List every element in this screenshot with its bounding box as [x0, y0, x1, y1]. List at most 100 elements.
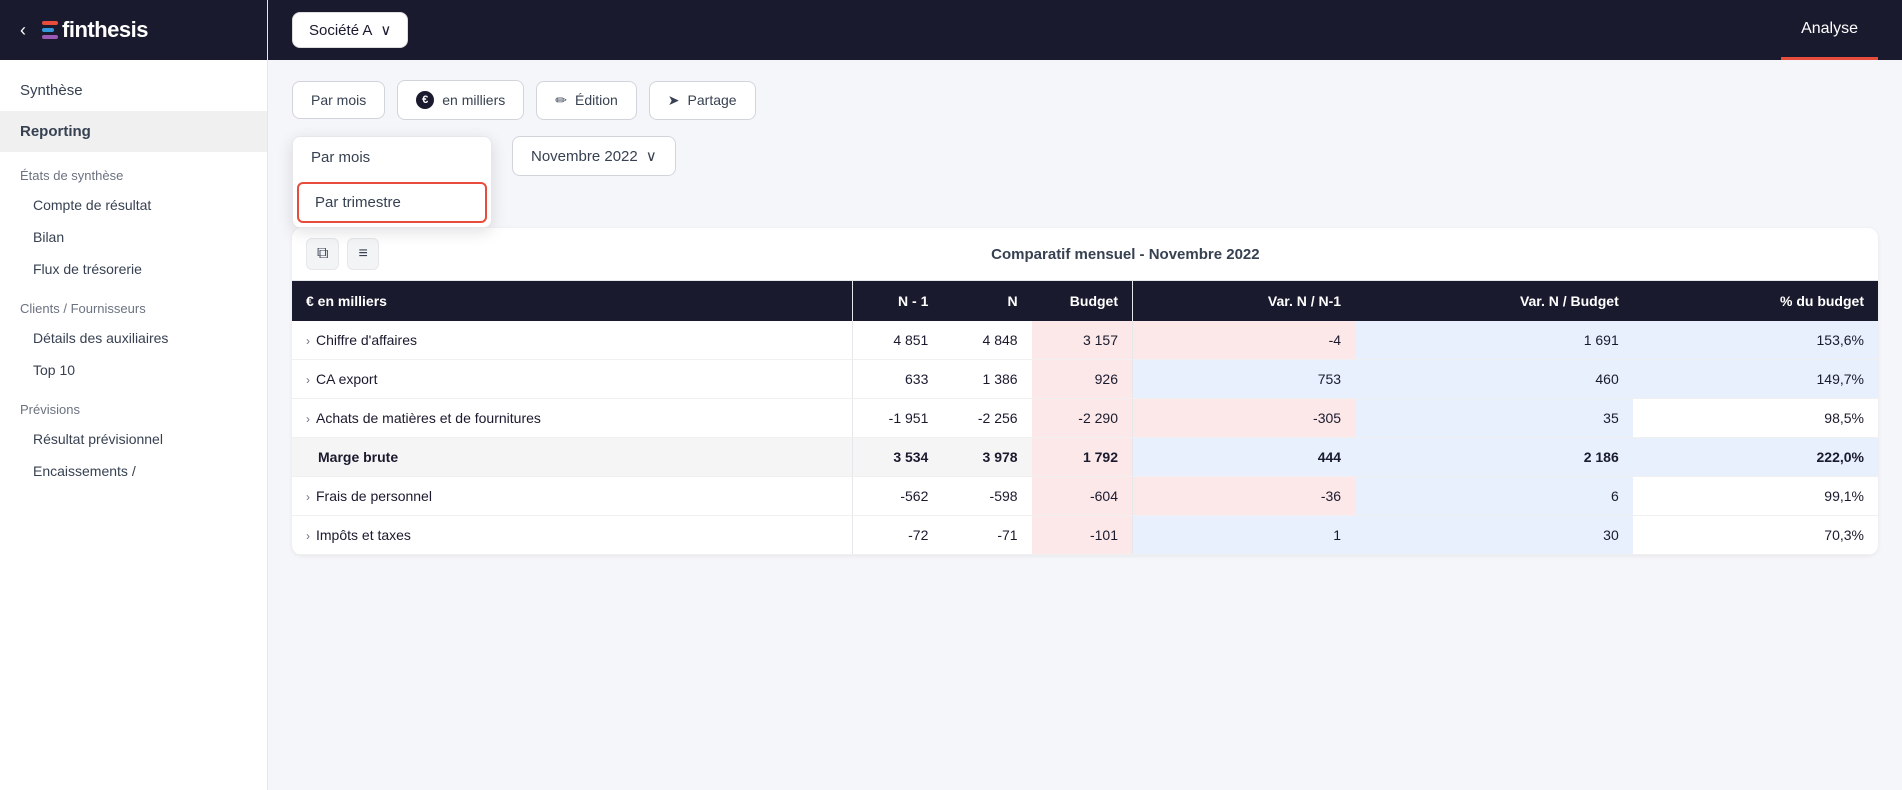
expand-icon: › — [306, 334, 310, 348]
sidebar-item-resultat-previsionnel[interactable]: Résultat prévisionnel — [0, 423, 267, 455]
table-row-label-2: ›Achats de matières et de fournitures — [292, 399, 852, 438]
table-cell-4-budget: -604 — [1032, 477, 1132, 516]
btn-edition[interactable]: ✏ Édition — [536, 81, 637, 120]
logo-bar-purple — [42, 35, 58, 39]
table-cell-3-n_minus_1: 3 534 — [853, 438, 943, 477]
header-label: € en milliers — [292, 281, 852, 321]
expand-icon: › — [306, 412, 310, 426]
comparatif-title: Comparatif mensuel - Novembre 2022 — [760, 246, 1491, 263]
table-cell-2-n: -2 256 — [942, 399, 1031, 438]
table-row-label-0: ›Chiffre d'affaires — [292, 321, 852, 360]
table-cell-1-n_minus_1: 633 — [853, 360, 943, 399]
header-var-n-budget: Var. N / Budget — [1355, 281, 1633, 321]
table-cell-2-budget: -2 290 — [1032, 399, 1132, 438]
date-selector[interactable]: Novembre 2022 ∨ — [512, 136, 676, 176]
dropdown-item-par-mois[interactable]: Par mois — [293, 137, 491, 178]
expand-icon: › — [306, 529, 310, 543]
cell-pct-1: 149,7% — [1633, 360, 1878, 399]
cell-pct-5: 70,3% — [1633, 516, 1878, 555]
table-cell-3-n: 3 978 — [942, 438, 1031, 477]
table-cell-1-budget: 926 — [1032, 360, 1132, 399]
logo-icon: finthesis — [42, 17, 148, 43]
sidebar-section-clients: Clients / Fournisseurs — [0, 285, 267, 322]
header-n-minus-1: N - 1 — [853, 281, 943, 321]
table-cell-0-budget: 3 157 — [1032, 321, 1132, 360]
main-content: Société A ∨ Analyse Par mois € en millie… — [268, 0, 1902, 790]
sidebar-item-flux-tresorerie[interactable]: Flux de trésorerie — [0, 253, 267, 285]
sidebar-item-details-auxiliaires[interactable]: Détails des auxiliaires — [0, 322, 267, 354]
table-cell-0-n: 4 848 — [942, 321, 1031, 360]
table-cell-5-n_minus_1: -72 — [853, 516, 943, 555]
table-sort-btn[interactable]: ≡ — [347, 238, 378, 270]
table-row-label-4: ›Frais de personnel — [292, 477, 852, 516]
date-chevron: ∨ — [646, 147, 657, 165]
cell-pct-3: 222,0% — [1633, 438, 1878, 477]
logo-bars — [42, 21, 58, 39]
cell-var-nbudget-1: 460 — [1355, 360, 1633, 399]
partage-icon: ➤ — [668, 92, 680, 109]
mid-table: N - 1 N Budget 4 8514 8483 1576331 38692… — [852, 281, 1132, 555]
cell-var-nm1-2: -305 — [1133, 399, 1356, 438]
btn-par-mois[interactable]: Par mois — [292, 81, 385, 119]
cell-var-nbudget-3: 2 186 — [1355, 438, 1633, 477]
header-pct-budget: % du budget — [1633, 281, 1878, 321]
company-chevron: ∨ — [380, 21, 391, 39]
right-table: Var. N / N-1 Var. N / Budget % du budget… — [1132, 281, 1878, 555]
sidebar-header: ‹ finthesis — [0, 0, 267, 60]
sidebar-section-previsions: Prévisions — [0, 386, 267, 423]
cell-var-nbudget-0: 1 691 — [1355, 321, 1633, 360]
table-row-label-5: ›Impôts et taxes — [292, 516, 852, 555]
milliers-icon: € — [416, 91, 434, 109]
cell-var-nm1-3: 444 — [1133, 438, 1356, 477]
table-cell-4-n_minus_1: -562 — [853, 477, 943, 516]
tab-analyse[interactable]: Analyse — [1781, 0, 1878, 60]
back-button[interactable]: ‹ — [20, 20, 32, 41]
content-area: Par mois € en milliers ✏ Édition ➤ Parta… — [268, 60, 1902, 790]
table-row-label-1: ›CA export — [292, 360, 852, 399]
expand-icon: › — [306, 373, 310, 387]
cell-var-nm1-4: -36 — [1133, 477, 1356, 516]
header-var-n-nm1: Var. N / N-1 — [1133, 281, 1356, 321]
table-row-label-3: Marge brute — [292, 438, 852, 477]
sidebar: ‹ finthesis Synthèse Reporting États de … — [0, 0, 268, 790]
dropdown-item-par-trimestre[interactable]: Par trimestre — [297, 182, 487, 223]
toolbar: Par mois € en milliers ✏ Édition ➤ Parta… — [292, 80, 1878, 120]
table-cell-4-n: -598 — [942, 477, 1031, 516]
cell-var-nm1-1: 753 — [1133, 360, 1356, 399]
sidebar-nav: Synthèse Reporting États de synthèse Com… — [0, 60, 267, 497]
company-selector[interactable]: Société A ∨ — [292, 12, 408, 48]
company-name: Société A — [309, 22, 372, 39]
cell-var-nm1-5: 1 — [1133, 516, 1356, 555]
table-cell-3-budget: 1 792 — [1032, 438, 1132, 477]
sidebar-item-compte-resultat[interactable]: Compte de résultat — [0, 189, 267, 221]
logo-bar-blue — [42, 28, 54, 32]
topbar-tabs: Analyse — [1781, 0, 1878, 60]
cell-var-nbudget-2: 35 — [1355, 399, 1633, 438]
sidebar-item-encaissements[interactable]: Encaissements / — [0, 455, 267, 487]
topbar: Société A ∨ Analyse — [268, 0, 1902, 60]
table-copy-btn[interactable]: ⧉ — [306, 238, 339, 270]
logo-bar-red — [42, 21, 58, 25]
dropdown-menu: Par mois Par trimestre — [292, 136, 492, 228]
btn-en-milliers[interactable]: € en milliers — [397, 80, 524, 120]
cell-pct-4: 99,1% — [1633, 477, 1878, 516]
app-name: finthesis — [62, 17, 148, 43]
table-cell-5-budget: -101 — [1032, 516, 1132, 555]
sidebar-item-synthese[interactable]: Synthèse — [0, 70, 267, 111]
sidebar-section-etats: États de synthèse — [0, 152, 267, 189]
cell-pct-0: 153,6% — [1633, 321, 1878, 360]
sidebar-item-top10[interactable]: Top 10 — [0, 354, 267, 386]
data-table-section: ⧉ ≡ Comparatif mensuel - Novembre 2022 €… — [292, 228, 1878, 555]
cell-var-nbudget-4: 6 — [1355, 477, 1633, 516]
header-budget: Budget — [1032, 281, 1132, 321]
sidebar-item-bilan[interactable]: Bilan — [0, 221, 267, 253]
cell-var-nm1-0: -4 — [1133, 321, 1356, 360]
btn-partage[interactable]: ➤ Partage — [649, 81, 756, 120]
table-cell-2-n_minus_1: -1 951 — [853, 399, 943, 438]
header-n: N — [942, 281, 1031, 321]
sidebar-item-reporting[interactable]: Reporting — [0, 111, 267, 152]
expand-icon: › — [306, 490, 310, 504]
edition-icon: ✏ — [555, 92, 567, 109]
left-table: € en milliers ›Chiffre d'affaires›CA exp… — [292, 281, 852, 555]
table-wrapper: € en milliers ›Chiffre d'affaires›CA exp… — [292, 281, 1878, 555]
